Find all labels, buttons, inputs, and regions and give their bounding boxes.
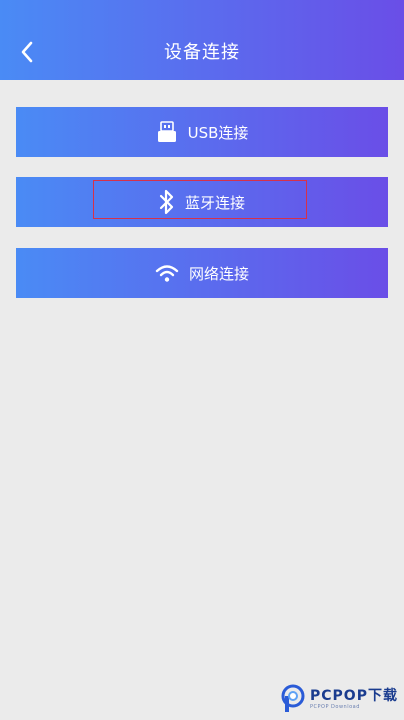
bluetooth-icon — [159, 189, 175, 215]
watermark-subtext: PCPOP Download — [310, 703, 360, 710]
watermark: PCPOP下载 PCPOP Download — [280, 684, 398, 714]
app-header: 设备连接 — [0, 0, 404, 80]
wifi-icon — [155, 263, 179, 283]
watermark-text: PCPOP下载 — [310, 687, 398, 704]
usb-icon — [156, 121, 178, 143]
pcpop-logo-icon — [281, 684, 305, 712]
usb-connect-label: USB连接 — [187, 123, 249, 142]
page-title: 设备连接 — [164, 42, 240, 63]
network-connect-label: 网络连接 — [188, 264, 249, 283]
usb-connect-button[interactable]: USB连接 — [16, 107, 388, 157]
bluetooth-connect-label: 蓝牙连接 — [184, 193, 245, 212]
bluetooth-connect-button[interactable]: 蓝牙连接 — [16, 177, 388, 227]
network-connect-button[interactable]: 网络连接 — [16, 248, 388, 298]
